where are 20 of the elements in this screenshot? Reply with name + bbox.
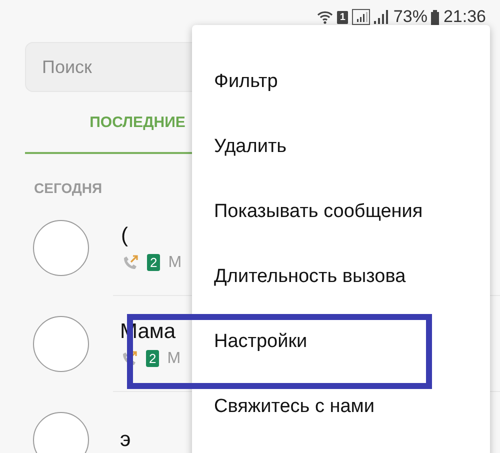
- call-detail: М: [167, 350, 181, 368]
- sim-badge: 2: [147, 254, 160, 271]
- wifi-icon: [316, 9, 333, 25]
- section-header: СЕГОДНЯ: [34, 180, 102, 196]
- outgoing-call-icon: [121, 254, 139, 272]
- outgoing-call-icon: [120, 350, 138, 368]
- call-detail: М: [168, 254, 182, 272]
- menu-item[interactable]: Свяжитесь с нами: [192, 374, 490, 439]
- sim-badge: 1: [336, 10, 348, 24]
- contact-name: (: [121, 224, 129, 248]
- battery-icon: [431, 10, 440, 24]
- menu-item[interactable]: Настройки: [192, 309, 490, 374]
- signal-icon: [374, 9, 390, 25]
- menu-item[interactable]: Длительность вызова: [192, 244, 490, 309]
- sim-badge: 2: [146, 350, 160, 367]
- clock: 21:36: [443, 7, 486, 27]
- menu-item[interactable]: Показывать сообщения: [192, 179, 490, 244]
- contact-name: э: [120, 428, 131, 452]
- signal-icon: [352, 9, 370, 25]
- battery-percent: 73%: [393, 7, 428, 27]
